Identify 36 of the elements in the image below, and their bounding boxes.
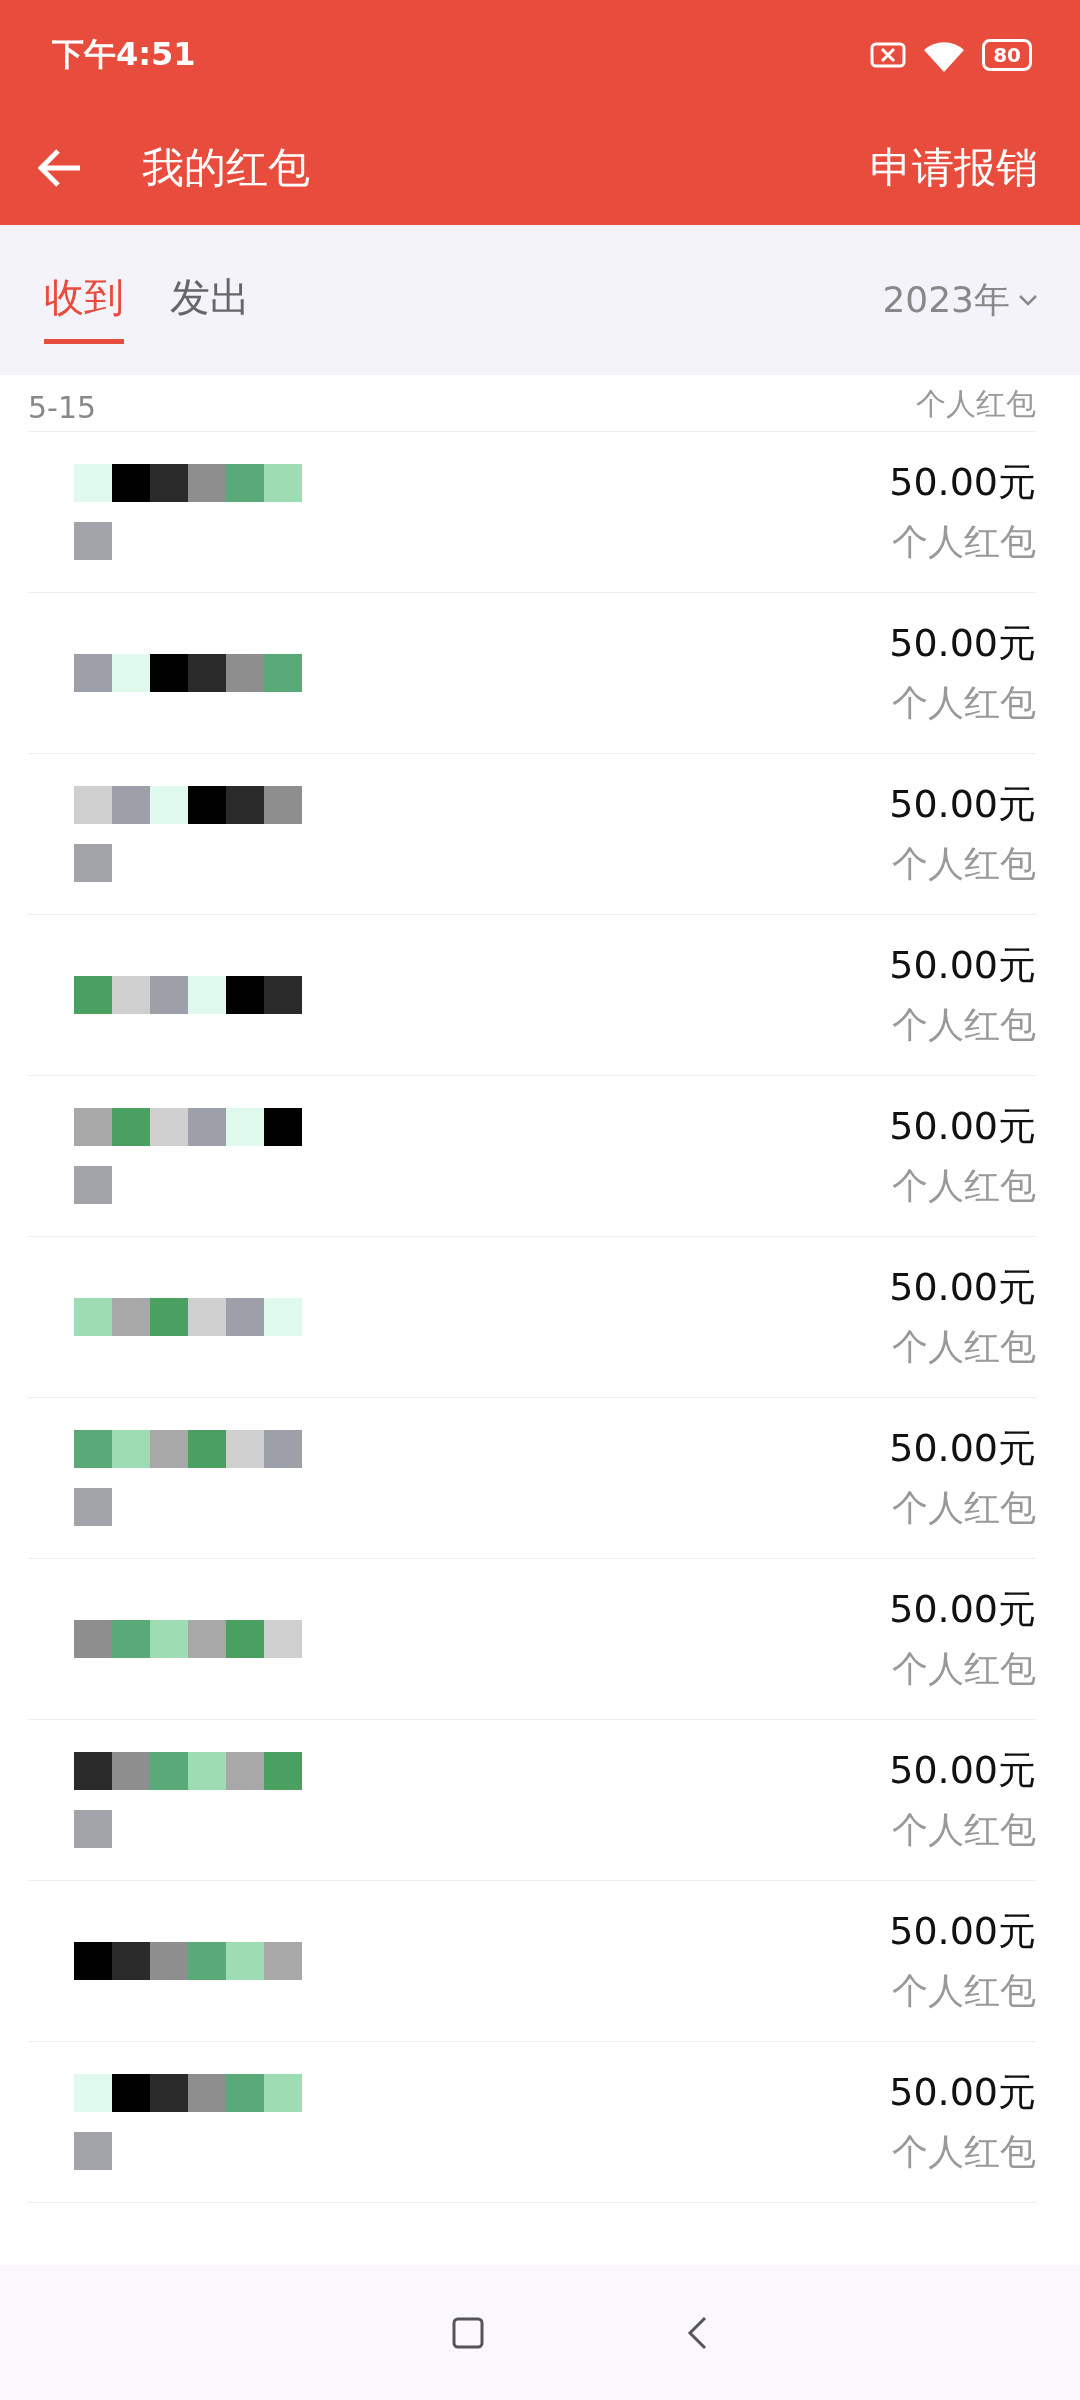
amount-text: 50.00元 <box>889 942 1036 989</box>
amount-text: 50.00元 <box>889 781 1036 828</box>
amount-text: 50.00元 <box>889 1908 1036 1955</box>
packet-type: 个人红包 <box>892 1486 1036 1530</box>
amount-text: 50.00元 <box>889 1586 1036 1633</box>
packet-type: 个人红包 <box>892 842 1036 886</box>
amount-text: 50.00元 <box>889 2069 1036 2116</box>
back-arrow-icon[interactable] <box>38 147 82 188</box>
battery-indicator: 80 <box>982 39 1032 71</box>
packet-type: 个人红包 <box>892 1647 1036 1691</box>
packet-type: 个人红包 <box>892 681 1036 725</box>
amount-text: 50.00元 <box>889 1747 1036 1794</box>
packet-type: 个人红包 <box>892 520 1036 564</box>
sim-off-icon <box>870 42 907 68</box>
amount-text: 50.00元 <box>889 1264 1036 1311</box>
packet-type: 个人红包 <box>916 385 1036 423</box>
page-title: 我的红包 <box>142 141 311 194</box>
status-time: 下午4:51 <box>52 34 196 75</box>
packet-type: 个人红包 <box>892 1969 1036 2013</box>
back-icon[interactable] <box>685 2314 709 2351</box>
tab[interactable]: 发出 <box>170 256 250 344</box>
amount-text: 50.00元 <box>889 620 1036 667</box>
packet-type: 个人红包 <box>892 1164 1036 1208</box>
date-label: 5-15 <box>28 390 97 425</box>
amount-text: 50.00元 <box>889 1103 1036 1150</box>
reimburse-link[interactable]: 申请报销 <box>870 139 1038 196</box>
chevron-down-icon <box>1018 294 1038 306</box>
amount-text: 50.00元 <box>889 459 1036 506</box>
amount-text: 50.00元 <box>889 1425 1036 1472</box>
year-filter[interactable]: 2023年 <box>882 275 1038 325</box>
tab[interactable]: 收到 <box>44 256 124 344</box>
packet-type: 个人红包 <box>892 2130 1036 2174</box>
packet-type: 个人红包 <box>892 1003 1036 1047</box>
home-icon[interactable] <box>451 2315 485 2350</box>
packet-type: 个人红包 <box>892 1325 1036 1369</box>
packet-type: 个人红包 <box>892 1808 1036 1852</box>
